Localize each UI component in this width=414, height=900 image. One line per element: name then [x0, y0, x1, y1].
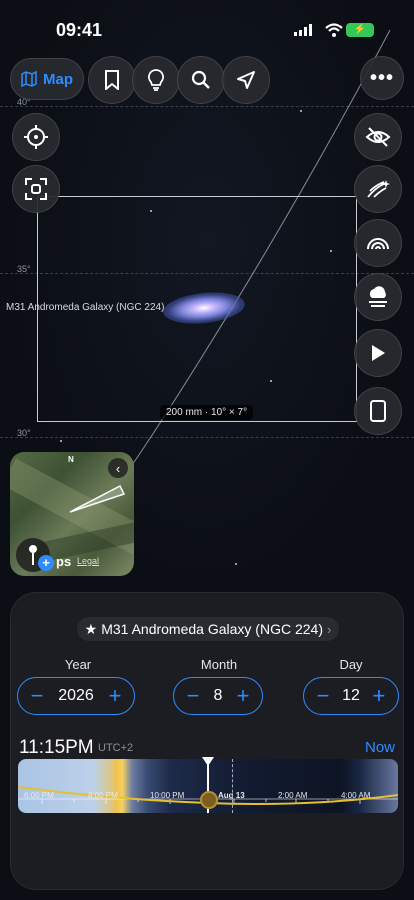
terrain-minimap[interactable]: N ‹ + ps Legal — [10, 452, 134, 576]
year-label: Year — [64, 657, 92, 672]
timeline-tick: 4:00 AM — [341, 791, 371, 800]
midnight-marker — [232, 759, 233, 813]
timeline-tick: 6:00 PM — [24, 791, 54, 800]
search-button[interactable] — [177, 56, 225, 104]
play-button[interactable] — [354, 329, 402, 377]
time-cursor-handle[interactable] — [202, 757, 214, 766]
maps-attribution: ps — [56, 554, 72, 569]
chevron-left-icon: ‹ — [115, 460, 121, 476]
map-icon — [21, 71, 37, 87]
bookmark-button[interactable] — [88, 56, 136, 104]
add-pin-icon[interactable]: + — [38, 555, 54, 571]
meteor-button[interactable] — [354, 165, 402, 213]
month-stepper: − 8 + — [173, 677, 263, 715]
year-increment-button[interactable]: + — [104, 685, 126, 707]
day-stepper: − 12 + — [303, 677, 399, 715]
year-stepper: − 2026 + — [17, 677, 135, 715]
cellular-signal-icon — [294, 24, 312, 36]
star-icon: ★ — [84, 620, 98, 637]
sun-position-marker — [200, 791, 218, 809]
location-arrow-icon — [237, 71, 255, 89]
status-bar: 09:41 ⚡ — [0, 0, 414, 56]
visibility-toggle-button[interactable] — [354, 113, 402, 161]
collapse-minimap-button[interactable]: ‹ — [108, 458, 128, 478]
day-value: 12 — [342, 687, 360, 704]
device-orientation-button[interactable] — [354, 387, 402, 435]
timeline-tick: 10:00 PM — [150, 791, 185, 800]
cloud-fog-icon — [369, 286, 387, 307]
year-value: 2026 — [58, 687, 94, 704]
day-increment-button[interactable]: + — [368, 685, 390, 707]
month-increment-button[interactable]: + — [232, 685, 254, 707]
phone-portrait-icon — [370, 400, 386, 422]
timeline-tick: 8:00 PM — [88, 791, 118, 800]
focus-frame-button[interactable] — [12, 165, 60, 213]
legal-link[interactable]: Legal — [77, 556, 99, 566]
month-value: 8 — [213, 687, 223, 704]
year-decrement-button[interactable]: − — [26, 685, 48, 707]
battery-charging-icon: ⚡ — [346, 23, 374, 37]
month-label: Month — [200, 657, 238, 672]
eye-slash-icon — [365, 127, 391, 147]
month-decrement-button[interactable]: − — [182, 685, 204, 707]
selected-time[interactable]: 11:15PM — [19, 737, 94, 759]
target-selector[interactable]: ★ M31 Andromeda Galaxy (NGC 224) › — [77, 617, 339, 641]
wifi-icon — [325, 23, 343, 37]
now-button[interactable]: Now — [365, 739, 395, 756]
status-time: 09:41 — [56, 20, 103, 40]
more-button[interactable]: ••• — [360, 56, 404, 100]
rainbow-button[interactable] — [354, 219, 402, 267]
day-label: Day — [339, 657, 363, 672]
bookmark-icon — [105, 70, 119, 90]
date-time-panel: ★ M31 Andromeda Galaxy (NGC 224) › Year … — [10, 592, 404, 890]
map-button-label: Map — [43, 70, 73, 88]
focus-frame-icon — [25, 178, 47, 200]
play-icon — [372, 345, 385, 361]
timezone-label: UTC+2 — [98, 742, 134, 754]
chevron-right-icon: › — [326, 621, 332, 637]
target-name: M31 Andromeda Galaxy (NGC 224) — [101, 621, 323, 637]
day-decrement-button[interactable]: − — [312, 685, 334, 707]
timeline-tick: 2:00 AM — [278, 791, 308, 800]
ellipsis-icon: ••• — [369, 66, 394, 89]
crosshair-button[interactable] — [12, 113, 60, 161]
lightbulb-button[interactable] — [132, 56, 180, 104]
fov-label: 200 mm · 10° × 7° — [160, 405, 254, 420]
lightbulb-icon — [148, 69, 164, 91]
object-label[interactable]: M31 Andromeda Galaxy (NGC 224) — [6, 302, 164, 313]
crosshair-icon — [24, 125, 48, 149]
map-button[interactable]: Map — [10, 58, 84, 100]
weather-button[interactable] — [354, 273, 402, 321]
rainbow-icon — [367, 238, 389, 250]
shooting-star-icon — [367, 180, 390, 198]
location-button[interactable] — [222, 56, 270, 104]
search-icon — [191, 70, 210, 89]
